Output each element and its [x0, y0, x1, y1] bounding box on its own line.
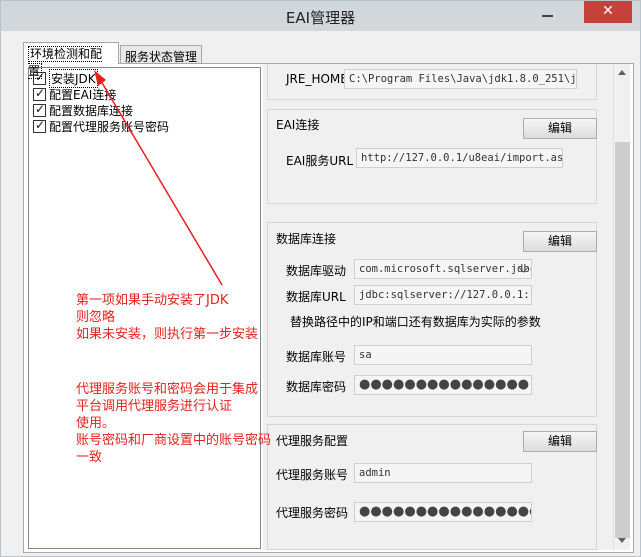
tree-item-install-jdk[interactable]: 安装JDK [33, 69, 98, 88]
close-button[interactable]: ✕ [584, 1, 632, 23]
db-url-label: 数据库URL [286, 290, 346, 304]
annotation-note-proxy: 代理服务账号和密码会用于集成 平台调用代理服务进行认证 使用。 账号密码和厂商设… [76, 381, 271, 466]
tab-label: 服务状态管理 [125, 50, 198, 64]
proxy-group-title: 代理服务配置 [276, 434, 349, 448]
annotation-line: 账号密码和厂商设置中的账号密码 [76, 433, 272, 448]
checkbox[interactable] [33, 86, 46, 101]
db-password-field[interactable]: ●●●●●●●●●●●●●●● [354, 375, 532, 395]
title-bar: EAI管理器 ✕ [1, 1, 640, 31]
tree-item-eai-connection[interactable]: 配置EAI连接 [33, 86, 116, 103]
scroll-up-icon[interactable] [618, 70, 626, 75]
annotation-line: 则忽略 [76, 310, 116, 325]
tab-service-status[interactable]: 服务状态管理 [120, 45, 202, 65]
checkbox[interactable] [33, 118, 46, 133]
scrollbar-thumb[interactable] [615, 142, 630, 538]
db-url-hint: 替换路径中的IP和端口还有数据库为实际的参数 [290, 315, 541, 329]
eai-edit-button[interactable]: 编辑 [523, 118, 597, 139]
db-driver-select[interactable]: com.microsoft.sqlserver.jdbc [354, 259, 532, 279]
tree-item-label: 配置代理服务账号密码 [49, 120, 170, 134]
annotation-note-jdk: 第一项如果手动安装了JDK 则忽略 如果未安装，则执行第一步安装 [76, 292, 258, 343]
db-group-title: 数据库连接 [276, 232, 337, 246]
proxy-account-label: 代理服务账号 [276, 468, 349, 482]
db-driver-label: 数据库驱动 [286, 264, 347, 278]
jre-home-label: JRE_HOME [286, 72, 348, 86]
app-window: EAI管理器 ✕ 环境检测和配置 服务状态管理 安装JDK 配置EAI连接 配置… [0, 0, 641, 557]
eai-group-title: EAI连接 [276, 118, 320, 132]
db-url-field[interactable]: jdbc:sqlserver://127.0.0.1:1433 [354, 285, 532, 305]
db-group: 数据库连接 编辑 数据库驱动 com.microsoft.sqlserver.j… [267, 222, 597, 417]
proxy-password-label: 代理服务密码 [276, 506, 349, 520]
proxy-edit-button[interactable]: 编辑 [523, 431, 597, 452]
vertical-scrollbar[interactable] [613, 64, 630, 550]
proxy-account-field[interactable]: admin [354, 463, 532, 483]
proxy-group: 代理服务配置 编辑 代理服务账号 admin 代理服务密码 ●●●●●●●●●●… [267, 424, 597, 550]
eai-group: EAI连接 编辑 EAI服务URL http://127.0.0.1/u8eai… [267, 109, 597, 204]
minimize-button[interactable] [541, 7, 555, 19]
tree-item-label: 配置EAI连接 [49, 88, 117, 102]
db-account-field[interactable]: sa [354, 345, 532, 365]
jre-home-field[interactable]: C:\Program Files\Java\jdk1.8.0_251\jre [344, 69, 577, 89]
annotation-line: 一致 [76, 450, 103, 465]
config-scroll-area: JRE_HOME C:\Program Files\Java\jdk1.8.0_… [263, 64, 613, 550]
annotation-line: 代理服务账号和密码会用于集成 [76, 382, 259, 397]
eai-url-label: EAI服务URL [286, 154, 354, 168]
tree-item-label: 配置数据库连接 [49, 104, 134, 118]
annotation-line: 如果未安装，则执行第一步安装 [76, 327, 259, 342]
db-driver-value: com.microsoft.sqlserver.jdbc [359, 263, 532, 275]
annotation-line: 平台调用代理服务进行认证 [76, 399, 233, 414]
annotation-line: 第一项如果手动安装了JDK [76, 293, 229, 308]
checkbox[interactable] [33, 102, 46, 117]
db-account-label: 数据库账号 [286, 350, 347, 364]
db-edit-button[interactable]: 编辑 [523, 231, 597, 252]
tree-item-db-connection[interactable]: 配置数据库连接 [33, 102, 133, 119]
proxy-password-field[interactable]: ●●●●●●●●●●●●●●●● [354, 502, 532, 522]
jdk-group: JRE_HOME C:\Program Files\Java\jdk1.8.0_… [267, 64, 597, 100]
tab-environment-config[interactable]: 环境检测和配置 [23, 42, 119, 79]
db-password-label: 数据库密码 [286, 380, 347, 394]
tree-item-proxy-account[interactable]: 配置代理服务账号密码 [33, 118, 169, 135]
eai-url-field[interactable]: http://127.0.0.1/u8eai/import.asp [356, 148, 563, 168]
scroll-down-icon[interactable] [618, 538, 626, 543]
annotation-line: 使用。 [76, 416, 116, 431]
